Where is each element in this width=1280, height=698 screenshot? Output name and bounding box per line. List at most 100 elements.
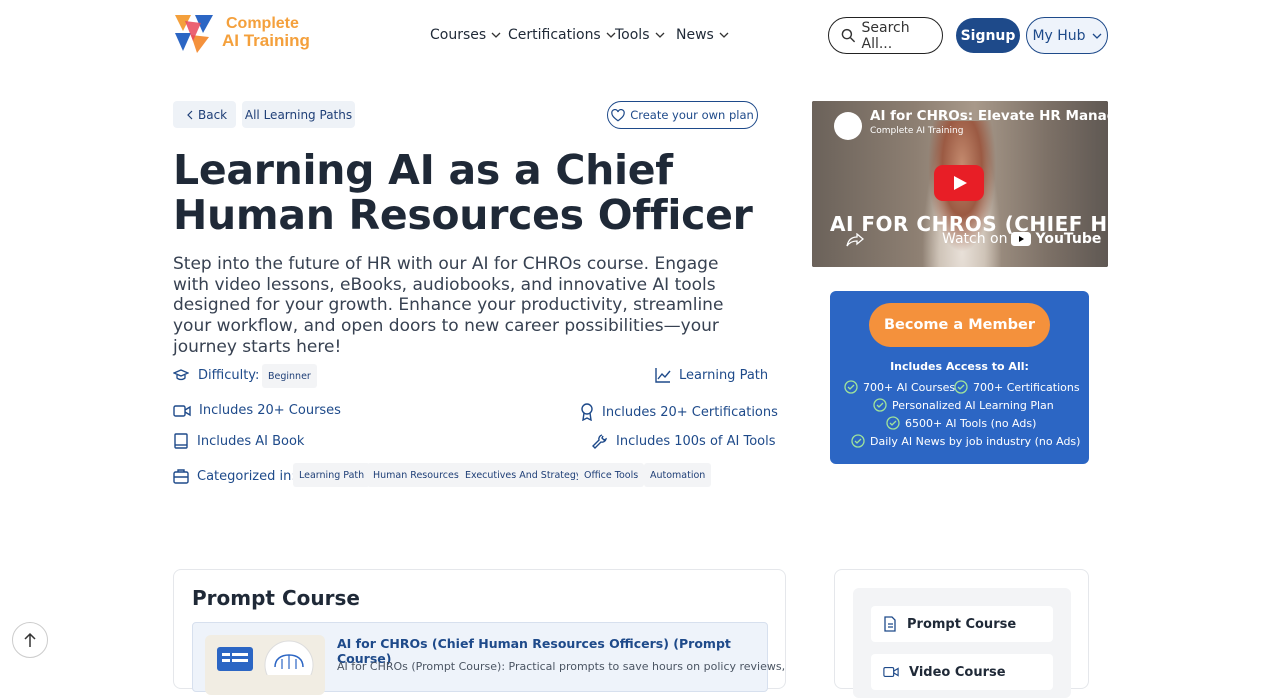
my-hub-label: My Hub xyxy=(1032,27,1086,44)
tools-row: Includes 100s of AI Tools xyxy=(592,433,776,449)
tag-office-tools[interactable]: Office Tools xyxy=(578,463,645,487)
difficulty-badge: Beginner xyxy=(262,364,317,388)
chevron-down-icon xyxy=(1092,33,1102,39)
menu-item-video-course[interactable]: Video Course xyxy=(871,654,1053,690)
nav-tools-label: Tools xyxy=(615,27,650,43)
tag-human-resources[interactable]: Human Resources xyxy=(367,463,465,487)
nav-news-label: News xyxy=(676,27,714,43)
content-menu-card: Prompt Course Video Course xyxy=(834,569,1089,698)
check-circle-icon xyxy=(851,434,865,448)
nav-tools[interactable]: Tools xyxy=(615,27,665,43)
tag-executives-strategy[interactable]: Executives And Strategy xyxy=(459,463,588,487)
categorized-label: Categorized in: xyxy=(197,468,296,484)
menu-item-prompt-course[interactable]: Prompt Course xyxy=(871,606,1053,642)
wrench-icon xyxy=(592,434,607,449)
difficulty-row: Difficulty: xyxy=(173,367,259,383)
site-header: Complete AI Training Courses Certificati… xyxy=(0,0,1280,72)
chevron-left-icon xyxy=(187,110,193,119)
member-item-label: 700+ AI Courses xyxy=(863,380,956,394)
graduation-cap-icon xyxy=(173,369,189,381)
courses-label: Includes 20+ Courses xyxy=(199,403,341,418)
menu-item-label: Prompt Course xyxy=(907,616,1017,632)
channel-avatar[interactable] xyxy=(834,112,862,140)
briefcase-icon xyxy=(173,469,189,484)
member-item: 700+ AI Courses xyxy=(844,380,955,394)
content-menu: Prompt Course Video Course xyxy=(853,588,1071,698)
document-icon xyxy=(884,616,896,632)
search-label: Search All... xyxy=(861,19,910,52)
book-icon xyxy=(174,433,188,449)
chevron-down-icon xyxy=(655,32,664,38)
chat-brain-icon xyxy=(217,640,314,690)
video-camera-icon xyxy=(173,404,191,417)
line-chart-icon xyxy=(655,368,671,383)
menu-item-label: Video Course xyxy=(909,664,1006,680)
scroll-to-top-button[interactable] xyxy=(12,622,48,658)
nav-certifications-label: Certifications xyxy=(508,27,601,43)
video-camera-icon xyxy=(883,666,899,678)
arrow-up-icon xyxy=(24,632,36,647)
watch-on-youtube[interactable]: Watch on YouTube xyxy=(942,231,1101,247)
become-member-button[interactable]: Become a Member xyxy=(869,303,1050,347)
member-item: Personalized AI Learning Plan xyxy=(873,398,1054,412)
all-learning-paths-link[interactable]: All Learning Paths xyxy=(242,101,355,128)
tools-label: Includes 100s of AI Tools xyxy=(616,433,776,449)
page-title: Learning AI as a Chief Human Resources O… xyxy=(173,146,753,239)
difficulty-label: Difficulty: xyxy=(198,367,260,383)
youtube-logo-icon xyxy=(1011,232,1032,246)
book-row: Includes AI Book xyxy=(173,433,304,449)
member-item: Daily AI News by job industry (no Ads) xyxy=(851,434,1080,448)
chevron-down-icon xyxy=(719,32,729,38)
member-item: 700+ Certifications xyxy=(954,380,1080,394)
certifications-label: Includes 20+ Certifications xyxy=(602,404,778,420)
member-item-label: Personalized AI Learning Plan xyxy=(892,398,1054,412)
member-item-label: 6500+ AI Tools (no Ads) xyxy=(905,416,1037,430)
categorized-row: Categorized in: xyxy=(173,468,296,484)
book-label: Includes AI Book xyxy=(197,433,305,449)
check-circle-icon xyxy=(954,380,968,394)
share-icon[interactable] xyxy=(846,233,864,247)
membership-panel: Become a Member Includes Access to All: … xyxy=(830,291,1089,464)
nav-courses[interactable]: Courses xyxy=(430,27,501,43)
logo-line2: AI Training xyxy=(222,31,310,50)
award-ribbon-icon xyxy=(581,403,593,421)
nav-news[interactable]: News xyxy=(676,27,729,43)
tag-automation[interactable]: Automation xyxy=(644,463,712,487)
youtube-label: YouTube xyxy=(1035,231,1102,247)
learning-path-label: Learning Path xyxy=(679,367,769,383)
watch-on-label: Watch on xyxy=(942,231,1008,247)
logo-mark-icon xyxy=(175,15,213,53)
courses-row: Includes 20+ Courses xyxy=(173,403,341,418)
page-description: Step into the future of HR with our AI f… xyxy=(173,254,724,357)
signup-button[interactable]: Signup xyxy=(956,18,1020,53)
course-thumbnail xyxy=(205,635,325,695)
course-description: AI for CHROs (Prompt Course): Practical … xyxy=(337,660,786,673)
search-icon xyxy=(841,28,856,43)
certifications-row: Includes 20+ Certifications xyxy=(580,403,778,421)
includes-heading: Includes Access to All: xyxy=(890,360,1029,373)
back-label: Back xyxy=(198,107,228,122)
course-item[interactable]: AI for CHROs (Chief Human Resources Offi… xyxy=(192,622,785,695)
back-button[interactable]: Back xyxy=(173,101,236,128)
member-item-label: Daily AI News by job industry (no Ads) xyxy=(870,434,1081,448)
create-plan-button[interactable]: Create your own plan xyxy=(607,101,758,129)
check-circle-icon xyxy=(844,380,858,394)
heart-icon xyxy=(611,108,625,121)
prompt-course-card: Prompt Course AI for CHROs (Chief Human … xyxy=(173,569,786,695)
tag-learning-path[interactable]: Learning Path xyxy=(293,463,371,487)
my-hub-button[interactable]: My Hub xyxy=(1026,17,1108,54)
play-icon xyxy=(954,176,967,190)
play-button[interactable] xyxy=(934,165,984,201)
search-button[interactable]: Search All... xyxy=(828,17,943,54)
nav-certifications[interactable]: Certifications xyxy=(508,27,616,43)
site-logo[interactable]: Complete AI Training xyxy=(173,13,313,55)
video-embed[interactable]: AI for CHROs: Elevate HR Managem Complet… xyxy=(812,101,1108,267)
section-heading: Prompt Course xyxy=(192,586,360,610)
create-plan-label: Create your own plan xyxy=(630,108,754,122)
video-channel: Complete AI Training xyxy=(870,126,964,136)
video-title[interactable]: AI for CHROs: Elevate HR Managem xyxy=(870,108,1108,124)
chevron-down-icon xyxy=(491,32,501,38)
learning-path-row: Learning Path xyxy=(655,367,768,383)
member-item-label: 700+ Certifications xyxy=(973,380,1080,394)
nav-courses-label: Courses xyxy=(430,27,487,43)
